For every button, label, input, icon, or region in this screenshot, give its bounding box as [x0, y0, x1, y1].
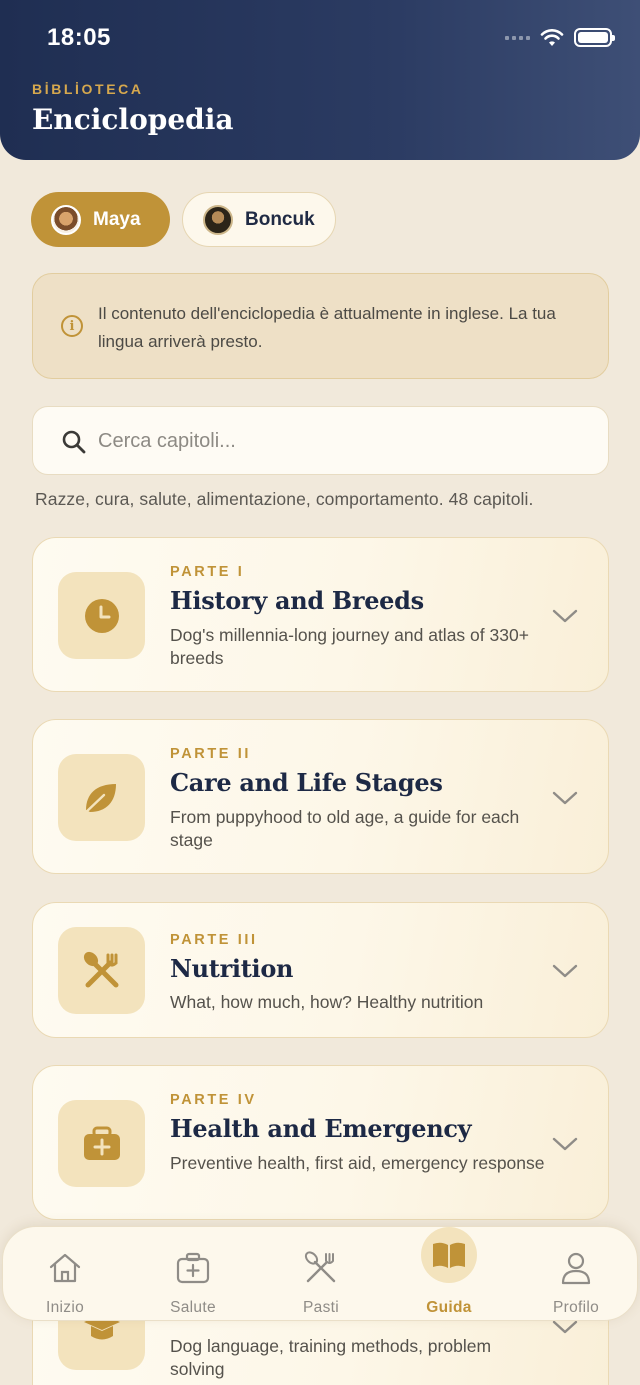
medical-bag-icon [166, 1241, 220, 1295]
pet-name: Maya [93, 208, 141, 230]
chevron-down-icon [552, 964, 578, 978]
pet-pill-maya[interactable]: Maya [31, 192, 170, 247]
avatar [203, 204, 233, 235]
card-part-label: PARTE I [170, 564, 245, 580]
user-icon [549, 1241, 603, 1295]
wifi-icon [540, 28, 564, 46]
notice-text: Il contenuto dell'enciclopedia è attualm… [98, 304, 556, 351]
section-eyebrow: BİBLİOTECA [32, 81, 144, 97]
search-input[interactable] [98, 425, 578, 457]
status-icons [505, 28, 615, 47]
card-part-label: PARTE III [170, 932, 258, 948]
battery-icon [574, 28, 615, 47]
pet-name: Boncuk [245, 208, 315, 230]
clock-icon [58, 572, 145, 659]
medkit-icon [58, 1100, 145, 1187]
language-notice: i Il contenuto dell'enciclopedia è attua… [32, 273, 609, 379]
card-title: Health and Emergency [170, 1114, 472, 1143]
leaf-icon [58, 754, 145, 841]
card-description: Dog's millennia-long journey and atlas o… [170, 625, 529, 668]
search-icon [62, 430, 86, 454]
chevron-down-icon [552, 609, 578, 623]
avatar [51, 204, 81, 235]
tab-label: Inizio [46, 1299, 84, 1316]
tab-label: Salute [170, 1299, 216, 1316]
card-description: Dog language, training methods, problem … [170, 1336, 492, 1379]
card-description: From puppyhood to old age, a guide for e… [170, 807, 520, 850]
book-icon [421, 1227, 477, 1283]
info-icon: i [61, 315, 83, 337]
chapter-card-part-1[interactable]: PARTE I History and Breeds Dog's millenn… [32, 537, 609, 692]
tab-label: Profilo [552, 1299, 600, 1316]
status-time: 18:05 [47, 24, 111, 51]
chevron-down-icon [552, 1137, 578, 1151]
home-icon [38, 1241, 92, 1295]
card-description: Preventive health, first aid, emergency … [170, 1153, 545, 1173]
chapter-card-part-3[interactable]: PARTE III Nutrition What, how much, how?… [32, 902, 609, 1038]
bottom-tab-bar: Inizio Salute Pasti Guida Profilo [2, 1226, 638, 1321]
chapter-card-part-2[interactable]: PARTE II Care and Life Stages From puppy… [32, 719, 609, 874]
tab-label: Guida [426, 1299, 472, 1316]
tab-inizio[interactable]: Inizio [3, 1227, 127, 1322]
utensils-icon [294, 1241, 348, 1295]
app-header: 18:05 BİBLİOTECA Enciclopedia [0, 0, 640, 160]
card-description: What, how much, how? Healthy nutrition [170, 992, 484, 1012]
tab-label: Pasti [303, 1299, 339, 1316]
card-part-label: PARTE II [170, 746, 251, 762]
search-bar [32, 406, 609, 475]
utensils-icon [58, 927, 145, 1014]
card-part-label: PARTE IV [170, 1092, 257, 1108]
card-title: Care and Life Stages [170, 768, 443, 797]
tab-pasti[interactable]: Pasti [259, 1227, 383, 1322]
chapter-card-part-4[interactable]: PARTE IV Health and Emergency Preventive… [32, 1065, 609, 1220]
tab-guida[interactable]: Guida [387, 1227, 511, 1322]
signal-icon [505, 35, 530, 40]
page-title: Enciclopedia [32, 103, 234, 136]
card-title: Nutrition [170, 954, 294, 983]
library-caption: Razze, cura, salute, alimentazione, comp… [35, 489, 534, 509]
tab-profilo[interactable]: Profilo [514, 1227, 638, 1322]
tab-salute[interactable]: Salute [131, 1227, 255, 1322]
chevron-down-icon [552, 791, 578, 805]
card-title: History and Breeds [170, 586, 424, 615]
pet-pill-boncuk[interactable]: Boncuk [182, 192, 336, 247]
